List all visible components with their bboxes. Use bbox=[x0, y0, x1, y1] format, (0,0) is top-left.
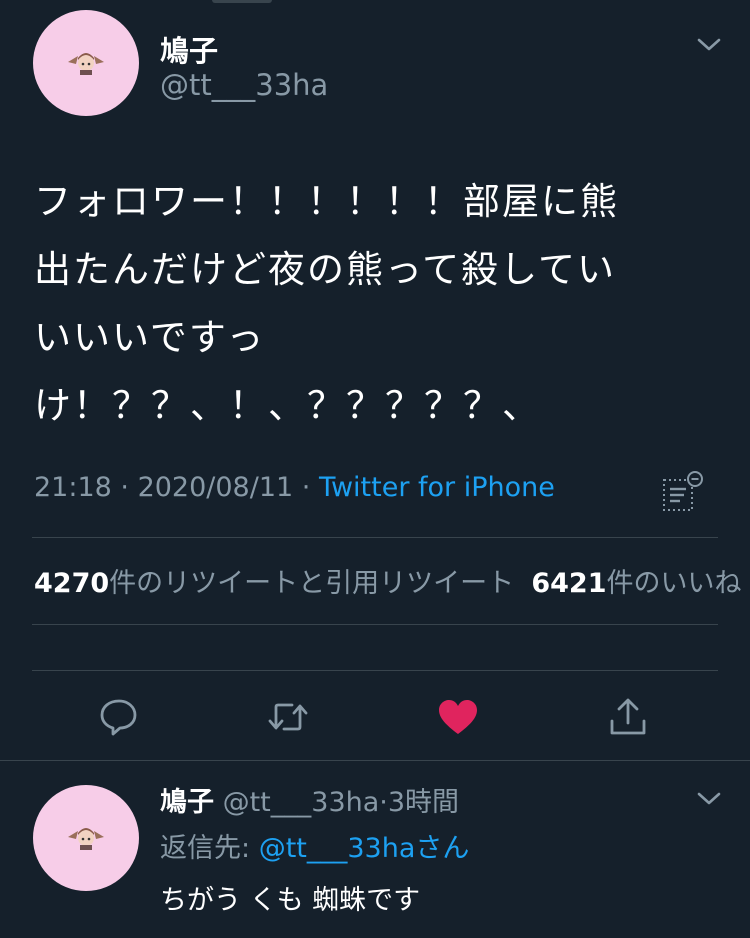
reply-text: ちがう くも 蜘蛛です bbox=[160, 885, 421, 916]
avatar-character-icon bbox=[68, 828, 104, 850]
meta-separator: · bbox=[293, 472, 319, 503]
reply-dot: · bbox=[379, 787, 388, 818]
likes-count: 6421 bbox=[531, 568, 607, 599]
retweets-stat[interactable]: 4270件のリツイートと引用リツイート bbox=[34, 568, 514, 599]
tweet-meta: 21:18 · 2020/08/11 · Twitter for iPhone bbox=[34, 472, 555, 503]
divider bbox=[32, 670, 718, 671]
retweets-label: 件のリツイートと引用リツイート bbox=[109, 568, 515, 599]
reply-icon[interactable] bbox=[97, 695, 141, 739]
tweet-stats: 4270件のリツイートと引用リツイート 6421件のいいね bbox=[34, 561, 741, 600]
reply-to-handle[interactable]: @tt___33ha bbox=[259, 833, 416, 864]
reply-avatar[interactable] bbox=[33, 785, 139, 891]
retweet-icon[interactable] bbox=[266, 695, 310, 739]
reply-chevron-down-icon[interactable] bbox=[696, 790, 722, 808]
display-name[interactable]: 鳩子 bbox=[160, 28, 218, 70]
likes-label: 件のいいね bbox=[606, 568, 742, 599]
replying-to: 返信先: @tt___33haさん bbox=[160, 826, 469, 865]
heart-icon[interactable] bbox=[436, 695, 480, 739]
divider bbox=[0, 760, 750, 761]
reply-time: 3時間 bbox=[387, 787, 460, 818]
tweet-time: 21:18 bbox=[34, 472, 112, 503]
divider bbox=[32, 624, 718, 625]
reply-prefix: 返信先: bbox=[160, 833, 259, 864]
retweets-count: 4270 bbox=[34, 568, 110, 599]
reply-header: 鳩子 @tt___33ha·3時間 bbox=[160, 780, 459, 819]
tweet-source-link[interactable]: Twitter for iPhone bbox=[319, 472, 555, 503]
user-handle[interactable]: @tt___33ha bbox=[160, 68, 328, 102]
reply-to-suffix: さん bbox=[415, 833, 470, 864]
avatar[interactable] bbox=[33, 10, 139, 116]
analytics-icon[interactable] bbox=[660, 470, 706, 514]
likes-stat[interactable]: 6421件のいいね bbox=[531, 568, 741, 599]
chevron-down-icon[interactable] bbox=[696, 36, 722, 54]
tweet-date: 2020/08/11 bbox=[137, 472, 294, 503]
top-cutoff bbox=[212, 0, 272, 3]
avatar-character-icon bbox=[68, 53, 104, 75]
share-icon[interactable] bbox=[606, 695, 650, 739]
reply-display-name[interactable]: 鳩子 bbox=[160, 787, 214, 818]
reply-handle[interactable]: @tt___33ha bbox=[223, 787, 380, 818]
divider bbox=[32, 537, 718, 538]
tweet-text: フォロワー！！！！！！部屋に熊 出たんだけど夜の熊って殺してい いいいですっ け… bbox=[34, 180, 619, 427]
meta-separator: · bbox=[111, 472, 138, 503]
